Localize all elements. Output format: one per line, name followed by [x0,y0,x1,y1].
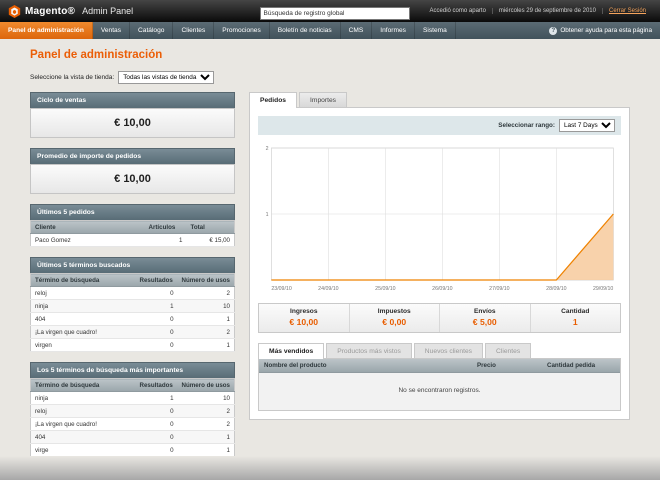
tab-orders[interactable]: Pedidos [249,92,298,108]
brand-name: Magento® [25,5,76,17]
col-product-name: Nombre del producto [259,359,472,373]
table-row[interactable]: virgen 0 1 [30,338,235,352]
dashboard-left-column: Ciclo de ventas € 10,00 Promedio de impo… [30,92,235,467]
orders-chart: 23/09/10 24/09/10 25/09/10 26/09/10 27/09/10… [258,142,621,294]
stat-quantity: Cantidad 1 [561,308,590,327]
svg-text:24/09/10: 24/09/10 [318,286,338,292]
svg-text:1: 1 [266,212,269,218]
table-row[interactable]: 404 0 1 [30,312,235,326]
col-customer: Cliente [30,220,145,234]
col-search-term: Término de búsqueda [30,378,136,392]
global-search-input[interactable] [259,7,410,20]
nav-item-reports[interactable]: Informes [372,22,415,39]
col-total: Total [186,220,235,234]
lifetime-sales-value: € 10,00 [30,108,235,138]
svg-text:2: 2 [266,146,269,152]
admin-page: Magento® Admin Panel Accedió como aparto… [0,0,660,480]
table-row[interactable]: reloj 0 2 [30,286,235,300]
global-search [259,2,410,20]
tab-most-viewed[interactable]: Productos más vistos [326,343,412,358]
table-row[interactable]: reloj 0 2 [30,404,235,418]
table-row[interactable]: 404 0 1 [30,430,235,444]
footer-fade [0,456,660,480]
table-row[interactable]: ¡La virgen que cuadro! 0 2 [30,325,235,339]
col-results: Resultados [135,273,178,287]
page-title: Panel de administración [30,49,163,61]
stat-revenue: Ingresos € 10,00 [259,304,350,332]
totals-bar: Ingresos € 10,00 Impuestos € 0,00 Envíos… [258,303,621,333]
svg-text:23/09/10: 23/09/10 [271,286,291,292]
svg-text:26/09/10: 26/09/10 [432,286,452,292]
empty-grid-message: No se encontraron registros. [259,373,620,410]
top-meta: Accedió como aparto miércoles 29 de sept… [424,8,652,14]
top-bar: Magento® Admin Panel Accedió como aparto… [0,0,660,22]
magento-logo-icon [8,4,21,18]
tab-amounts[interactable]: Importes [299,92,348,107]
table-row[interactable]: Paco Gomez 1 € 15,00 [30,233,235,247]
current-date: miércoles 29 de septiembre de 2010 [491,8,602,14]
top-search-table: Término de búsqueda Resultados Número de… [30,378,235,457]
nav-item-dashboard[interactable]: Panel de administración [0,22,93,39]
col-qty-ordered: Cantidad pedida [542,359,620,373]
help-link[interactable]: ? Obtener ayuda para esta página [549,22,660,39]
col-search-term: Término de búsqueda [30,273,136,287]
nav-item-newsletter[interactable]: Boletín de noticias [270,22,341,39]
range-label: Seleccionar rango: [498,122,555,129]
grid-tabs: Más vendidos Productos más vistos Nuevos… [258,343,621,359]
lifetime-sales-title: Ciclo de ventas [30,92,235,108]
average-order-title: Promedio de importe de pedidos [30,148,235,164]
nav-item-customers[interactable]: Clientes [173,22,215,39]
tab-customers[interactable]: Clientes [485,343,532,358]
nav-item-system[interactable]: Sistema [415,22,456,39]
store-view-row: Seleccione la vista de tienda: Todas las… [30,71,630,84]
nav-item-sales[interactable]: Ventas [93,22,131,39]
dashboard-right-column: Pedidos Importes Seleccionar rango: Last… [249,92,630,420]
chart-panel: Seleccionar rango: Last 7 Days 23/09/10 2… [249,107,630,420]
nav-item-cms[interactable]: CMS [341,22,373,39]
tab-bestsellers[interactable]: Más vendidos [258,343,325,359]
last-search-title: Últimos 5 términos buscados [30,257,235,273]
logged-in-as: Accedió como aparto [429,8,486,14]
store-view-select[interactable]: Todas las vistas de tienda [118,71,215,84]
bestsellers-grid: Nombre del producto Precio Cantidad pedi… [258,358,621,411]
last-orders-table: Cliente Artículos Total Paco Gomez 1 € 1… [30,220,235,247]
stat-tax: Impuestos € 0,00 [350,304,440,332]
last-search-table: Término de búsqueda Resultados Número de… [30,273,235,352]
average-order-value: € 10,00 [30,164,235,194]
nav-item-catalog[interactable]: Catálogo [130,22,174,39]
range-selector-row: Seleccionar rango: Last 7 Days [258,116,621,135]
brand-suffix: Admin Panel [82,6,134,16]
orders-chart-svg: 23/09/10 24/09/10 25/09/10 26/09/10 27/09/10… [266,146,614,292]
col-uses: Número de usos [177,378,235,392]
svg-text:25/09/10: 25/09/10 [375,286,395,292]
chart-tabs: Pedidos Importes [249,92,630,108]
col-price: Precio [472,359,542,373]
col-items: Artículos [144,220,187,234]
col-uses: Número de usos [177,273,235,287]
help-icon: ? [549,26,558,35]
range-select[interactable]: Last 7 Days [559,119,615,132]
svg-text:28/09/10: 28/09/10 [546,286,566,292]
tab-new-customers[interactable]: Nuevos clientes [413,343,484,358]
top-search-title: Los 5 términos de búsqueda más important… [30,362,235,378]
col-results: Resultados [135,378,178,392]
magento-logo: Magento® Admin Panel [8,4,134,18]
svg-text:29/09/10: 29/09/10 [593,286,613,292]
logout-link[interactable]: Cerrar Sesión [601,8,652,14]
table-row[interactable]: virge 0 1 [30,443,235,457]
last-orders-title: Últimos 5 pedidos [30,204,235,220]
store-view-label: Seleccione la vista de tienda: [30,74,115,81]
nav-item-promotions[interactable]: Promociones [214,22,270,39]
help-label: Obtener ayuda para esta página [560,27,652,34]
table-row[interactable]: ninja 1 10 [30,299,235,313]
table-row[interactable]: ¡La virgen que cuadro! 0 2 [30,417,235,431]
table-row[interactable]: ninja 1 10 [30,391,235,405]
main-nav: Panel de administración Ventas Catálogo … [0,22,660,39]
svg-text:27/09/10: 27/09/10 [489,286,509,292]
stat-shipping: Envíos € 5,00 [440,304,531,332]
